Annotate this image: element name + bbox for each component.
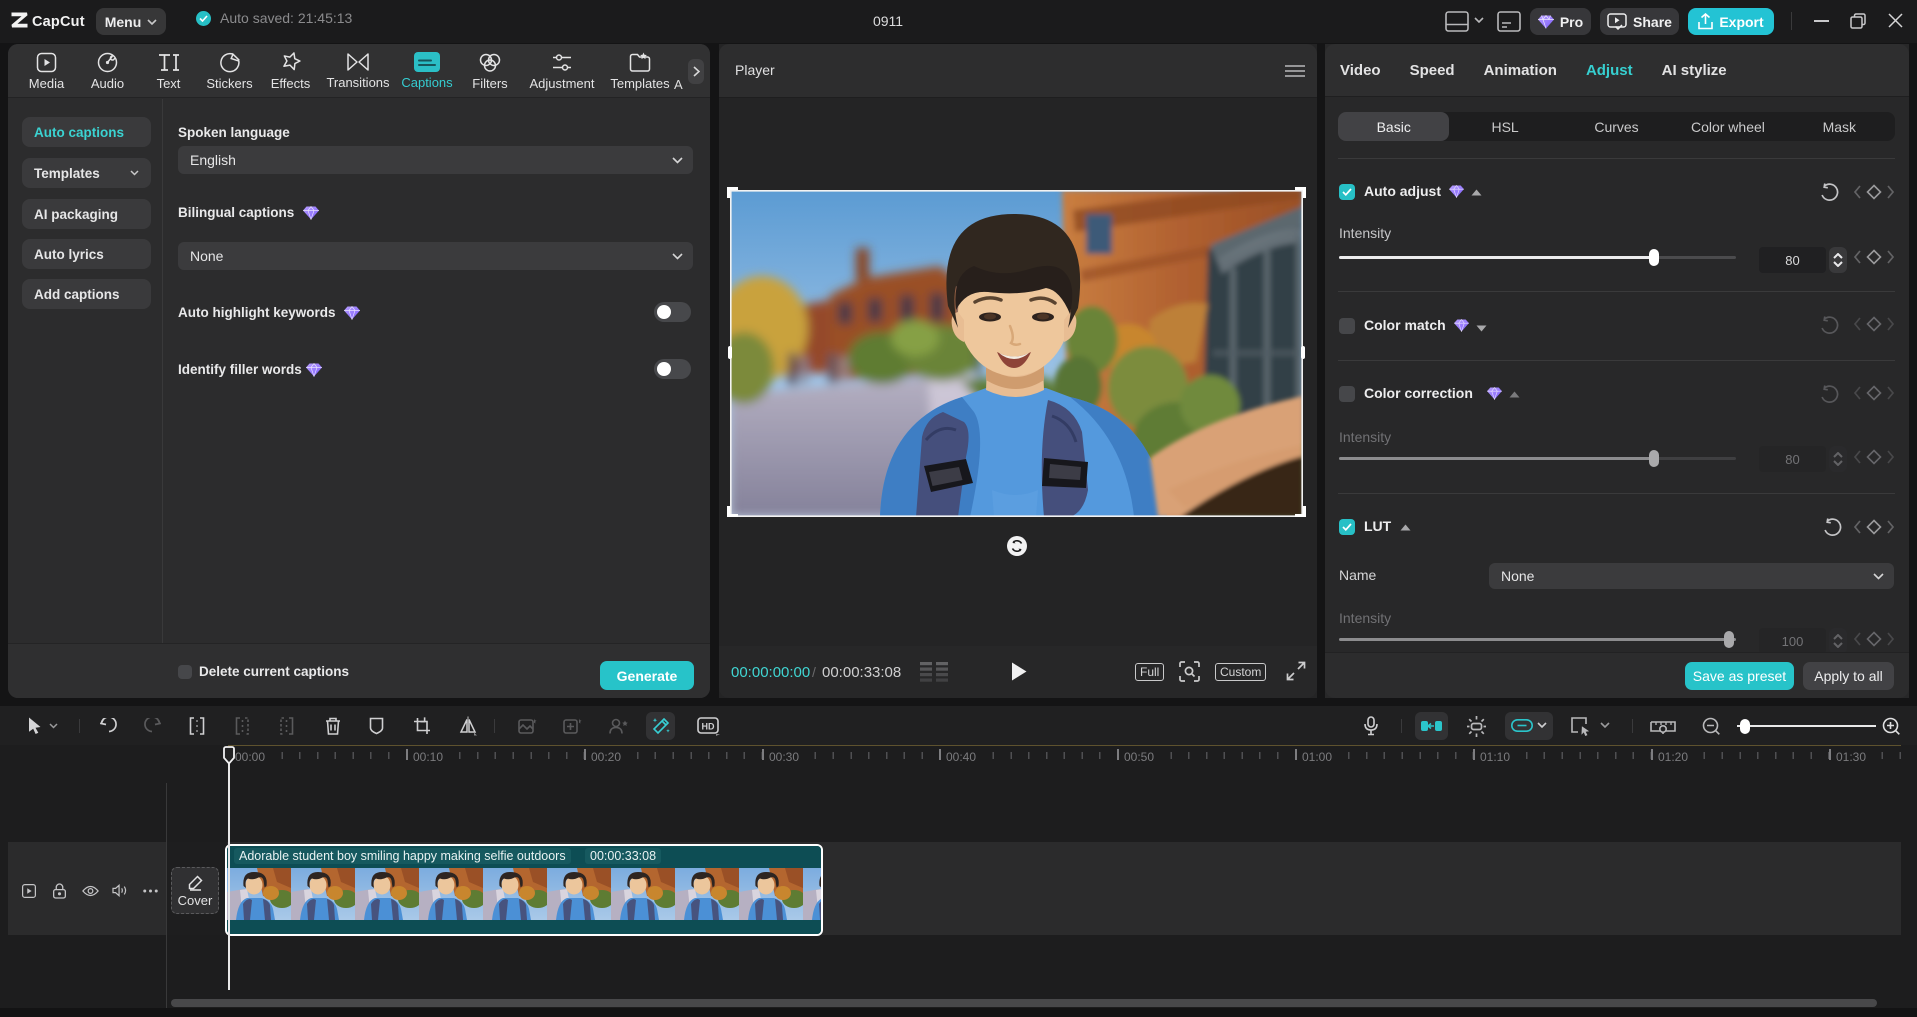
svg-text:HD: HD [702,722,715,732]
